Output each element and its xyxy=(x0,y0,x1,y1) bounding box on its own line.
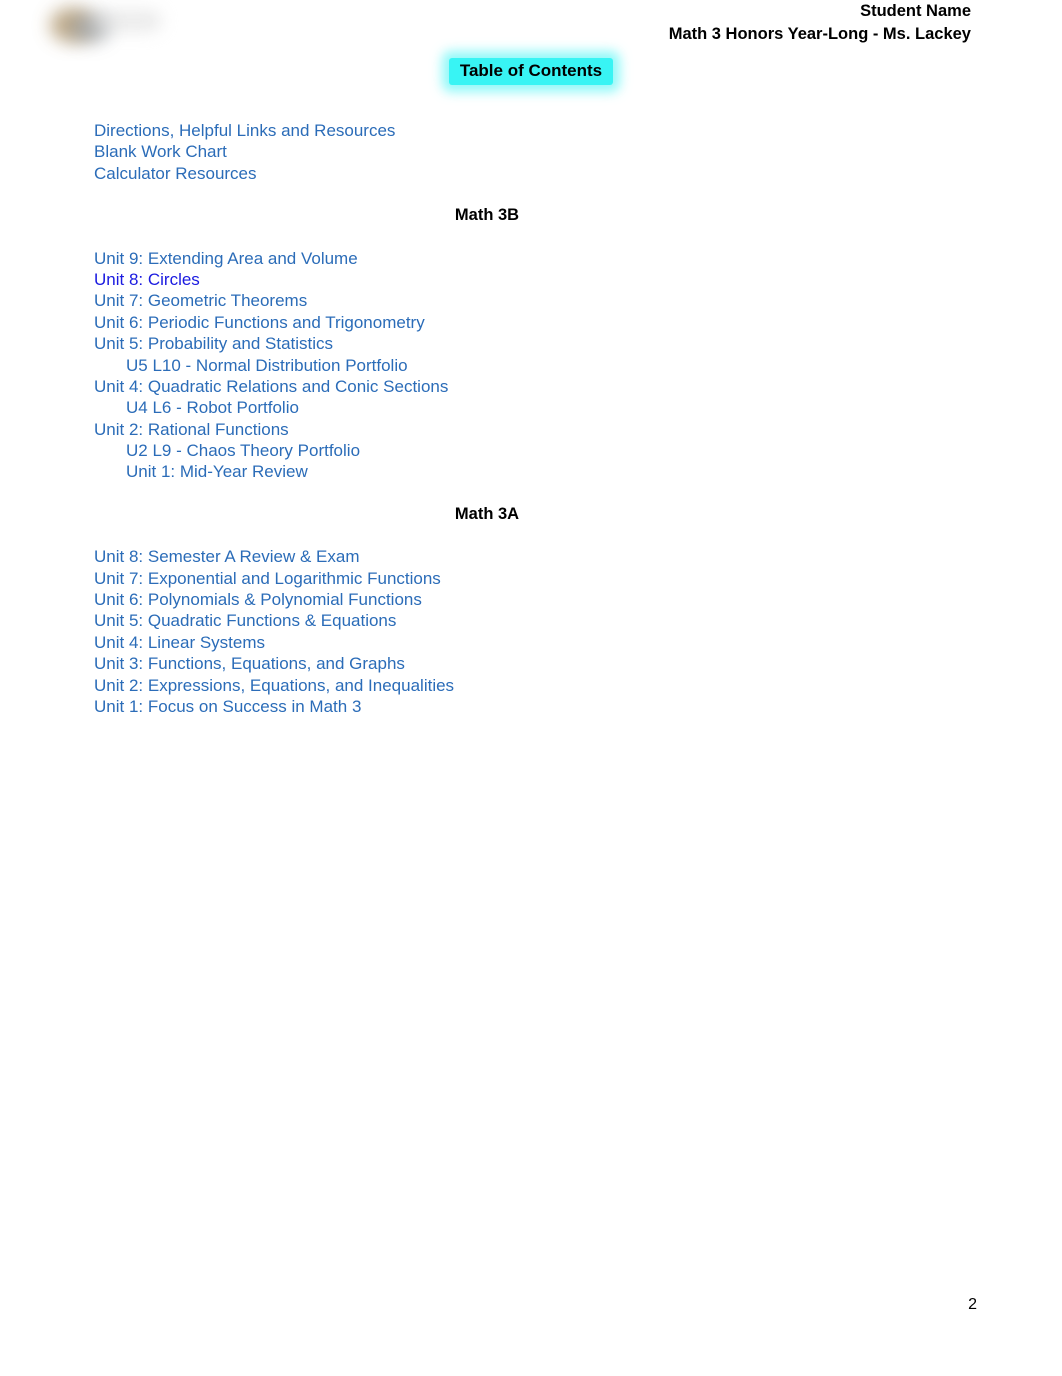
page-title: Table of Contents xyxy=(448,58,614,85)
section-heading-label: Math 3A xyxy=(454,504,520,523)
toc-row: Unit 1: Focus on Success in Math 3 xyxy=(94,696,974,717)
toc-row: Calculator Resources xyxy=(94,163,974,184)
toc-link-unit-5-quadratic-functions-and-equations[interactable]: Unit 5: Quadratic Functions & Equations xyxy=(94,610,396,631)
toc-row: Unit 5: Quadratic Functions & Equations xyxy=(94,610,974,631)
toc-link-unit-6-periodic-functions-and-trigonometry[interactable]: Unit 6: Periodic Functions and Trigonome… xyxy=(94,312,425,333)
toc-row: Unit 7: Exponential and Logarithmic Func… xyxy=(94,568,974,589)
section-heading-label: Math 3B xyxy=(454,206,520,225)
toc-link-unit-5-probability-and-statistics[interactable]: Unit 5: Probability and Statistics xyxy=(94,333,333,354)
toc-row: Unit 6: Polynomials & Polynomial Functio… xyxy=(94,589,974,610)
toc-link-unit-2-expressions-equations-and-inequalities[interactable]: Unit 2: Expressions, Equations, and Ineq… xyxy=(94,675,454,696)
toc-link-unit-8-semester-a-review-and-exam[interactable]: Unit 8: Semester A Review & Exam xyxy=(94,546,360,567)
toc-row: Unit 2: Rational Functions xyxy=(94,419,974,440)
toc-link-unit-7-exponential-and-logarithmic-functions[interactable]: Unit 7: Exponential and Logarithmic Func… xyxy=(94,568,441,589)
toc-link-u4-l6-robot-portfolio[interactable]: U4 L6 - Robot Portfolio xyxy=(126,397,299,418)
toc-row: Unit 1: Mid-Year Review xyxy=(94,461,974,482)
toc-row: Unit 8: Circles xyxy=(94,269,974,290)
toc-spacer xyxy=(94,483,974,504)
toc-section-heading-row: Math 3A xyxy=(94,504,974,525)
toc-row: Unit 2: Expressions, Equations, and Ineq… xyxy=(94,675,974,696)
toc-section-heading-row: Math 3B xyxy=(94,205,974,226)
toc-link-unit-3-functions-equations-and-graphs[interactable]: Unit 3: Functions, Equations, and Graphs xyxy=(94,653,405,674)
toc-row: Blank Work Chart xyxy=(94,141,974,162)
toc-link-unit-4-quadratic-relations-and-conic-sections[interactable]: Unit 4: Quadratic Relations and Conic Se… xyxy=(94,376,448,397)
toc-link-unit-1-focus-on-success-in-math-3[interactable]: Unit 1: Focus on Success in Math 3 xyxy=(94,696,361,717)
toc-row: U2 L9 - Chaos Theory Portfolio xyxy=(94,440,974,461)
toc-link-unit-1-mid-year-review[interactable]: Unit 1: Mid-Year Review xyxy=(126,461,308,482)
toc-row: Unit 9: Extending Area and Volume xyxy=(94,248,974,269)
section-heading-math-3b: Math 3B xyxy=(94,205,974,226)
toc-row: Unit 8: Semester A Review & Exam xyxy=(94,546,974,567)
student-name: Student Name xyxy=(860,2,971,20)
document-page: Student Name Math 3 Honors Year-Long - M… xyxy=(0,0,1062,1376)
toc-spacer xyxy=(94,184,974,205)
toc-row: Unit 4: Quadratic Relations and Conic Se… xyxy=(94,376,974,397)
toc-link-unit-7-geometric-theorems[interactable]: Unit 7: Geometric Theorems xyxy=(94,290,307,311)
toc-link-u5-l10-normal-distribution-portfolio[interactable]: U5 L10 - Normal Distribution Portfolio xyxy=(126,355,408,376)
header-text-block: Student Name Math 3 Honors Year-Long - M… xyxy=(669,0,971,46)
toc-row: Unit 7: Geometric Theorems xyxy=(94,290,974,311)
toc-row: Unit 5: Probability and Statistics xyxy=(94,333,974,354)
page-title-wrap: Table of Contents xyxy=(0,58,1062,85)
toc-row: Unit 6: Periodic Functions and Trigonome… xyxy=(94,312,974,333)
toc-link-unit-6-polynomials-and-polynomial-functions[interactable]: Unit 6: Polynomials & Polynomial Functio… xyxy=(94,589,422,610)
table-of-contents: Directions, Helpful Links and Resources B… xyxy=(94,120,974,717)
toc-link-directions-helpful-links-and-resources[interactable]: Directions, Helpful Links and Resources xyxy=(94,120,395,141)
toc-link-unit-2-rational-functions[interactable]: Unit 2: Rational Functions xyxy=(94,419,289,440)
page-number: 2 xyxy=(968,1296,977,1313)
toc-row: Unit 3: Functions, Equations, and Graphs xyxy=(94,653,974,674)
toc-link-calculator-resources[interactable]: Calculator Resources xyxy=(94,163,257,184)
school-logo-icon xyxy=(40,2,162,46)
toc-row: Unit 4: Linear Systems xyxy=(94,632,974,653)
toc-link-u2-l9-chaos-theory-portfolio[interactable]: U2 L9 - Chaos Theory Portfolio xyxy=(126,440,360,461)
toc-link-blank-work-chart[interactable]: Blank Work Chart xyxy=(94,141,227,162)
toc-row: U4 L6 - Robot Portfolio xyxy=(94,397,974,418)
toc-row: U5 L10 - Normal Distribution Portfolio xyxy=(94,355,974,376)
toc-link-unit-4-linear-systems[interactable]: Unit 4: Linear Systems xyxy=(94,632,265,653)
toc-spacer xyxy=(94,227,974,248)
toc-spacer xyxy=(94,525,974,546)
toc-link-unit-8-circles[interactable]: Unit 8: Circles xyxy=(94,269,200,290)
toc-row: Directions, Helpful Links and Resources xyxy=(94,120,974,141)
course-title: Math 3 Honors Year-Long - Ms. Lackey xyxy=(668,25,971,43)
toc-link-unit-9-extending-area-and-volume[interactable]: Unit 9: Extending Area and Volume xyxy=(94,248,358,269)
section-heading-math-3a: Math 3A xyxy=(94,504,974,525)
